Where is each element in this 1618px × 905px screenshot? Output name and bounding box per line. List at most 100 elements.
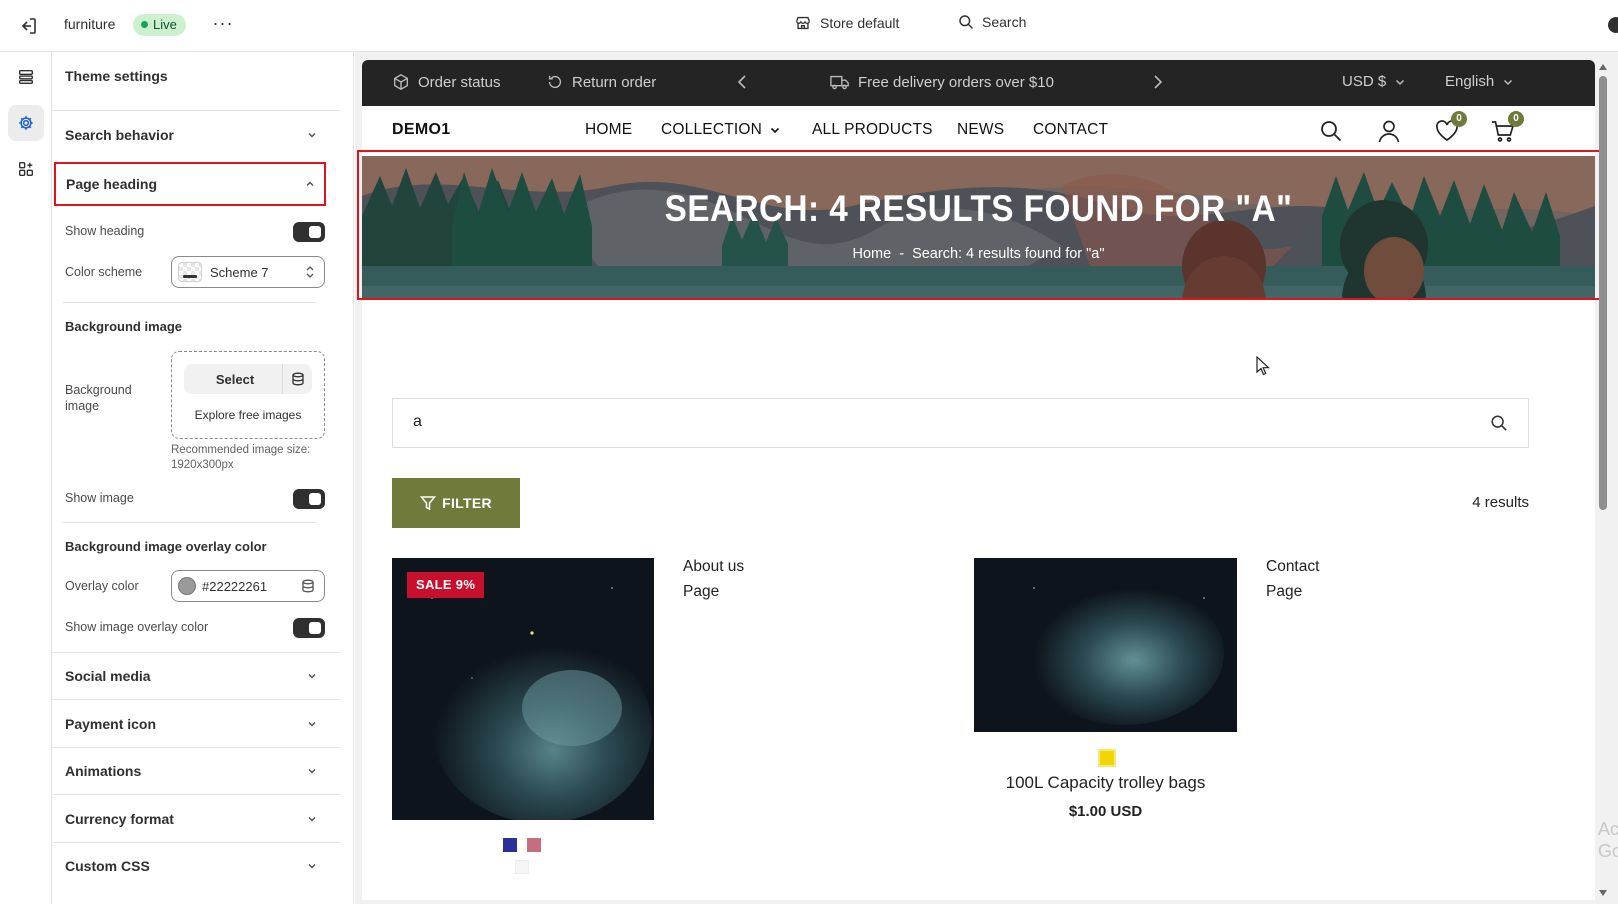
product-image[interactable]: [974, 558, 1237, 732]
show-heading-toggle[interactable]: [293, 222, 325, 242]
search-results-input[interactable]: a: [392, 398, 1529, 448]
accordion-payment-icon[interactable]: Payment icon: [53, 700, 340, 748]
breadcrumb: Home - Search: 4 results found for "a": [362, 246, 1595, 262]
chevron-down-icon: [308, 768, 316, 774]
database-icon[interactable]: [301, 579, 315, 593]
database-icon: [291, 372, 304, 386]
explore-free-images-link[interactable]: Explore free images: [172, 408, 324, 422]
chevron-left-icon: [737, 75, 746, 89]
store-logo[interactable]: DEMO1: [392, 121, 450, 139]
breadcrumb-separator: -: [899, 246, 905, 262]
overlay-color-swatch[interactable]: [178, 577, 196, 595]
result-page-contact[interactable]: Contact Page: [1266, 554, 1319, 604]
mouse-cursor-icon: [1256, 356, 1270, 376]
chevron-right-icon: [1154, 75, 1163, 89]
chevron-down-icon: [1504, 79, 1513, 85]
result-page-title[interactable]: Contact: [1266, 554, 1319, 579]
select-image-button[interactable]: Select: [184, 372, 282, 387]
result-page-about-us[interactable]: About us Page: [683, 554, 744, 604]
nav-news[interactable]: NEWS: [957, 121, 1004, 139]
announcement-bar: Order status Return order Free delivery …: [362, 60, 1595, 106]
product-image[interactable]: SALE 9%: [392, 558, 654, 820]
chevron-down-icon: [308, 673, 316, 679]
filter-button[interactable]: FILTER: [392, 478, 520, 528]
accordion-label: Payment icon: [65, 716, 157, 732]
announcement-prev-button[interactable]: [736, 74, 750, 90]
chevron-down-icon: [308, 863, 316, 869]
rail-sections-button[interactable]: [8, 59, 44, 95]
currency-selector[interactable]: USD $: [1342, 73, 1406, 90]
search-input-value: a: [413, 413, 422, 430]
overlay-color-title: Background image overlay color: [65, 539, 267, 554]
color-swatch-white[interactable]: [515, 860, 529, 874]
currency-value: USD $: [1342, 73, 1387, 90]
accordion-custom-css[interactable]: Custom CSS: [53, 842, 340, 890]
show-overlay-label: Show image overlay color: [65, 620, 209, 634]
sections-icon: [19, 70, 33, 84]
result-page-type: Page: [1266, 583, 1303, 600]
show-image-toggle[interactable]: [293, 489, 325, 509]
show-image-label: Show image: [65, 491, 134, 505]
color-swatch-pink[interactable]: [527, 838, 541, 852]
return-order-link[interactable]: Return order: [546, 73, 656, 91]
show-overlay-toggle[interactable]: [293, 618, 325, 638]
account-icon[interactable]: [1376, 118, 1402, 144]
color-scheme-select[interactable]: Scheme 7: [171, 256, 325, 288]
result-page-type: Page: [683, 583, 720, 600]
accordion-page-heading[interactable]: Page heading: [54, 162, 326, 206]
announcement-message: Free delivery orders over $10: [830, 73, 1054, 91]
breadcrumb-home[interactable]: Home: [852, 246, 891, 262]
sidekick-icon[interactable]: [1604, 14, 1618, 36]
truck-icon: [830, 75, 849, 90]
accordion-currency-format[interactable]: Currency format: [53, 795, 340, 843]
accordion-social-media[interactable]: Social media: [53, 652, 340, 700]
topbar-search-button[interactable]: Search: [958, 14, 1026, 30]
accordion-search-behavior[interactable]: Search behavior: [53, 111, 340, 159]
overlay-color-field[interactable]: #22222261: [171, 570, 325, 602]
store-default-button[interactable]: Store default: [794, 14, 899, 32]
color-swatch-yellow[interactable]: [1098, 749, 1116, 767]
chevron-down-icon: [308, 721, 316, 727]
store-name[interactable]: furniture: [64, 16, 115, 32]
chevron-down-icon: [770, 127, 780, 134]
order-status-link[interactable]: Order status: [392, 73, 501, 91]
language-value: English: [1445, 73, 1495, 90]
search-icon[interactable]: [1318, 118, 1344, 144]
color-swatch-blue[interactable]: [503, 838, 517, 852]
exit-icon[interactable]: [16, 14, 40, 38]
image-library-button[interactable]: [282, 364, 312, 394]
rail-theme-settings-button[interactable]: [8, 105, 44, 141]
nav-all-products[interactable]: ALL PRODUCTS: [812, 121, 933, 139]
result-page-title[interactable]: About us: [683, 554, 744, 579]
language-selector[interactable]: English: [1445, 73, 1514, 90]
rail-apps-button[interactable]: [8, 151, 44, 187]
accordion-label: Search behavior: [65, 127, 174, 143]
color-scheme-swatch: [178, 262, 202, 282]
cart-count-badge: 0: [1508, 111, 1524, 127]
accordion-label: Animations: [65, 763, 142, 779]
preview-scrollbar-thumb[interactable]: [1599, 76, 1607, 510]
sale-badge: SALE 9%: [407, 572, 485, 598]
nav-collection[interactable]: COLLECTION: [661, 121, 781, 139]
chevron-up-icon: [306, 181, 314, 187]
store-header: DEMO1 HOME COLLECTION ALL PRODUCTS NEWS …: [362, 106, 1595, 156]
product-title[interactable]: 100L Capacity trolley bags: [974, 773, 1237, 793]
nav-contact[interactable]: CONTACT: [1033, 121, 1108, 139]
result-product-card[interactable]: SALE 9%: [392, 558, 654, 898]
accordion-animations[interactable]: Animations: [53, 747, 340, 795]
more-actions-button[interactable]: ···: [210, 13, 236, 37]
accordion-label: Currency format: [65, 811, 174, 827]
accordion-label: Page heading: [66, 176, 158, 192]
status-dot-icon: [141, 21, 148, 28]
announcement-next-button[interactable]: [1150, 74, 1164, 90]
chevron-down-icon: [308, 816, 316, 822]
search-icon[interactable]: [1490, 414, 1508, 432]
filter-icon: [420, 496, 437, 511]
chevron-down-icon: [1396, 79, 1405, 85]
select-arrows-icon: [306, 266, 314, 278]
background-image-label: Background image: [65, 383, 132, 413]
order-status-label: Order status: [418, 73, 501, 91]
result-product-card[interactable]: 100L Capacity trolley bags $1.00 USD: [974, 558, 1237, 898]
nav-home[interactable]: HOME: [585, 121, 632, 139]
preview-scrollbar[interactable]: [1597, 60, 1609, 900]
